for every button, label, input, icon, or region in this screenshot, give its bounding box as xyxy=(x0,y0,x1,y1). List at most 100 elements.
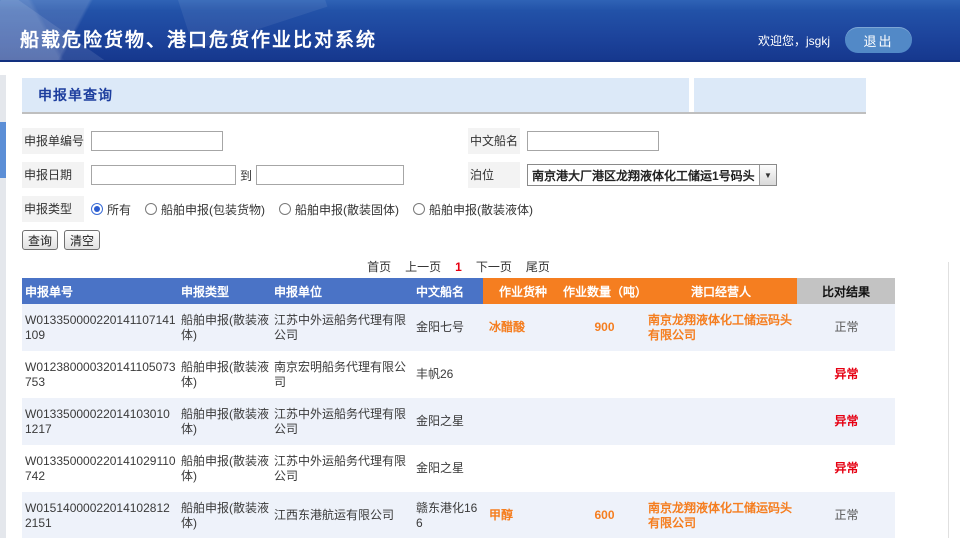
chevron-down-icon[interactable]: ▼ xyxy=(759,165,776,185)
declaration-type-radio-option[interactable]: 船舶申报(散装固体) xyxy=(279,201,399,218)
cell-port-operator xyxy=(645,351,797,398)
cell-compare-result: 异常 xyxy=(797,445,895,492)
cell-compare-result: 正常 xyxy=(797,304,895,351)
table-row[interactable]: W013350000220141107141109 船舶申报(散装液体) 江苏中… xyxy=(22,304,895,351)
logout-button[interactable]: 退出 xyxy=(845,27,912,53)
column-header: 作业数量（吨） xyxy=(563,278,645,304)
column-header: 中文船名 xyxy=(413,278,483,304)
declaration-no-label: 申报单编号 xyxy=(22,128,84,154)
cell-compare-result: 异常 xyxy=(797,398,895,445)
column-header: 作业货种 xyxy=(483,278,563,304)
pagination-next[interactable]: 下一页 xyxy=(476,260,512,274)
cell-ship-name: 金阳之星 xyxy=(413,398,483,445)
table-row[interactable]: W012380000320141105073753 船舶申报(散装液体) 南京宏… xyxy=(22,351,895,398)
app-title: 船载危险货物、港口危货作业比对系统 xyxy=(20,25,377,52)
cell-cargo-quantity: 900 xyxy=(563,304,645,351)
form-row-declaration-no: 申报单编号 xyxy=(22,126,895,156)
date-to-label: 到 xyxy=(240,167,252,184)
cell-declaration-agent: 江西东港航运有限公司 xyxy=(271,492,413,538)
cell-declaration-type: 船舶申报(散装液体) xyxy=(178,398,271,445)
clear-button[interactable]: 清空 xyxy=(64,230,100,250)
cell-port-operator xyxy=(645,398,797,445)
cell-declaration-type: 船舶申报(散装液体) xyxy=(178,304,271,351)
declaration-type-radiogroup: 所有 船舶申报(包装货物) 船舶申报(散装固体) 船舶申报(散装液体) xyxy=(91,201,533,218)
ship-name-input[interactable] xyxy=(527,131,659,151)
cell-declaration-agent: 南京宏明船务代理有限公司 xyxy=(271,351,413,398)
left-scroll-rail[interactable] xyxy=(0,75,6,538)
cell-compare-result: 正常 xyxy=(797,492,895,538)
radio-option-label: 船舶申报(散装液体) xyxy=(429,201,533,218)
berth-select[interactable]: 南京港大厂港区龙翔液体化工储运1号码头 ▼ xyxy=(527,164,777,186)
declaration-no-input[interactable] xyxy=(91,131,223,151)
table-row[interactable]: W013350000220141030101217 船舶申报(散装液体) 江苏中… xyxy=(22,398,895,445)
radio-selected-icon[interactable] xyxy=(91,203,103,215)
section-header: 申报单查询 xyxy=(22,78,866,114)
cell-port-operator xyxy=(645,445,797,492)
declaration-type-radio-option[interactable]: 所有 xyxy=(91,201,131,218)
pagination-first[interactable]: 首页 xyxy=(367,260,391,274)
ship-name-label: 中文船名 xyxy=(468,128,520,154)
results-tbody: W013350000220141107141109 船舶申报(散装液体) 江苏中… xyxy=(22,304,895,538)
radio-unselected-icon[interactable] xyxy=(145,203,157,215)
cell-cargo-quantity xyxy=(563,351,645,398)
radio-option-label: 船舶申报(包装货物) xyxy=(161,201,265,218)
radio-unselected-icon[interactable] xyxy=(413,203,425,215)
cell-declaration-no: W012380000320141105073753 xyxy=(22,351,178,398)
left-scroll-thumb[interactable] xyxy=(0,122,6,178)
cell-declaration-no: W013350000220141030101217 xyxy=(22,398,178,445)
cell-declaration-type: 船舶申报(散装液体) xyxy=(178,351,271,398)
main-content: 申报单查询 申报单编号 中文船名 申报日期 到 泊位 xyxy=(22,78,895,538)
radio-option-label: 所有 xyxy=(107,201,131,218)
welcome-text: 欢迎您，jsgkj xyxy=(758,32,830,49)
section-header-main: 申报单查询 xyxy=(22,78,689,112)
form-row-declaration-type: 申报类型 所有 船舶申报(包装货物) 船舶申报(散装固体) 船舶申报(散装液体) xyxy=(22,194,895,224)
cell-declaration-no: W013350000220141029110742 xyxy=(22,445,178,492)
cell-compare-result: 异常 xyxy=(797,351,895,398)
cell-declaration-no: W013350000220141107141109 xyxy=(22,304,178,351)
table-row[interactable]: W013350000220141029110742 船舶申报(散装液体) 江苏中… xyxy=(22,445,895,492)
results-table: 申报单号申报类型申报单位中文船名作业货种作业数量（吨）港口经营人比对结果 W01… xyxy=(22,278,895,538)
declaration-type-label: 申报类型 xyxy=(22,196,84,222)
query-form: 申报单编号 中文船名 申报日期 到 泊位 南京港大厂港区龙翔液体化工储运1号码头… xyxy=(22,126,895,224)
radio-option-label: 船舶申报(散装固体) xyxy=(295,201,399,218)
pagination: 首页上一页 1 下一页尾页 xyxy=(22,258,895,273)
page-title: 申报单查询 xyxy=(38,85,113,105)
form-row-ship-name: 中文船名 xyxy=(468,126,659,156)
declaration-type-radio-option[interactable]: 船舶申报(散装液体) xyxy=(413,201,533,218)
table-row[interactable]: W015140000220141028122151 船舶申报(散装液体) 江西东… xyxy=(22,492,895,538)
column-header: 申报类型 xyxy=(178,278,271,304)
cell-declaration-agent: 江苏中外运船务代理有限公司 xyxy=(271,304,413,351)
results-table-header: 申报单号申报类型申报单位中文船名作业货种作业数量（吨）港口经营人比对结果 xyxy=(22,278,895,304)
declaration-date-label: 申报日期 xyxy=(22,162,84,188)
cell-declaration-agent: 江苏中外运船务代理有限公司 xyxy=(271,398,413,445)
berth-selected-value: 南京港大厂港区龙翔液体化工储运1号码头 xyxy=(528,167,759,184)
cell-declaration-type: 船舶申报(散装液体) xyxy=(178,445,271,492)
date-to-input[interactable] xyxy=(256,165,404,185)
cell-cargo-type: 冰醋酸 xyxy=(483,304,563,351)
column-header: 申报单位 xyxy=(271,278,413,304)
cell-port-operator: 南京龙翔液体化工储运码头有限公司 xyxy=(645,304,797,351)
cell-declaration-no: W015140000220141028122151 xyxy=(22,492,178,538)
form-actions: 查询 清空 xyxy=(22,230,895,250)
cell-ship-name: 丰帆26 xyxy=(413,351,483,398)
date-from-input[interactable] xyxy=(91,165,236,185)
cell-ship-name: 赣东港化166 xyxy=(413,492,483,538)
declaration-type-radio-option[interactable]: 船舶申报(包装货物) xyxy=(145,201,265,218)
cell-cargo-type: 甲醇 xyxy=(483,492,563,538)
pagination-current-page[interactable]: 1 xyxy=(455,260,462,274)
cell-cargo-type xyxy=(483,351,563,398)
radio-unselected-icon[interactable] xyxy=(279,203,291,215)
form-row-berth: 泊位 南京港大厂港区龙翔液体化工储运1号码头 ▼ xyxy=(468,160,777,190)
cell-cargo-type xyxy=(483,398,563,445)
cell-port-operator: 南京龙翔液体化工储运码头有限公司 xyxy=(645,492,797,538)
cell-ship-name: 金阳七号 xyxy=(413,304,483,351)
cell-cargo-type xyxy=(483,445,563,492)
cell-declaration-agent: 江苏中外运船务代理有限公司 xyxy=(271,445,413,492)
pagination-last[interactable]: 尾页 xyxy=(526,260,550,274)
cell-ship-name: 金阳之星 xyxy=(413,445,483,492)
cell-cargo-quantity xyxy=(563,445,645,492)
pagination-prev[interactable]: 上一页 xyxy=(405,260,441,274)
query-button[interactable]: 查询 xyxy=(22,230,58,250)
cell-declaration-type: 船舶申报(散装液体) xyxy=(178,492,271,538)
cell-cargo-quantity: 600 xyxy=(563,492,645,538)
